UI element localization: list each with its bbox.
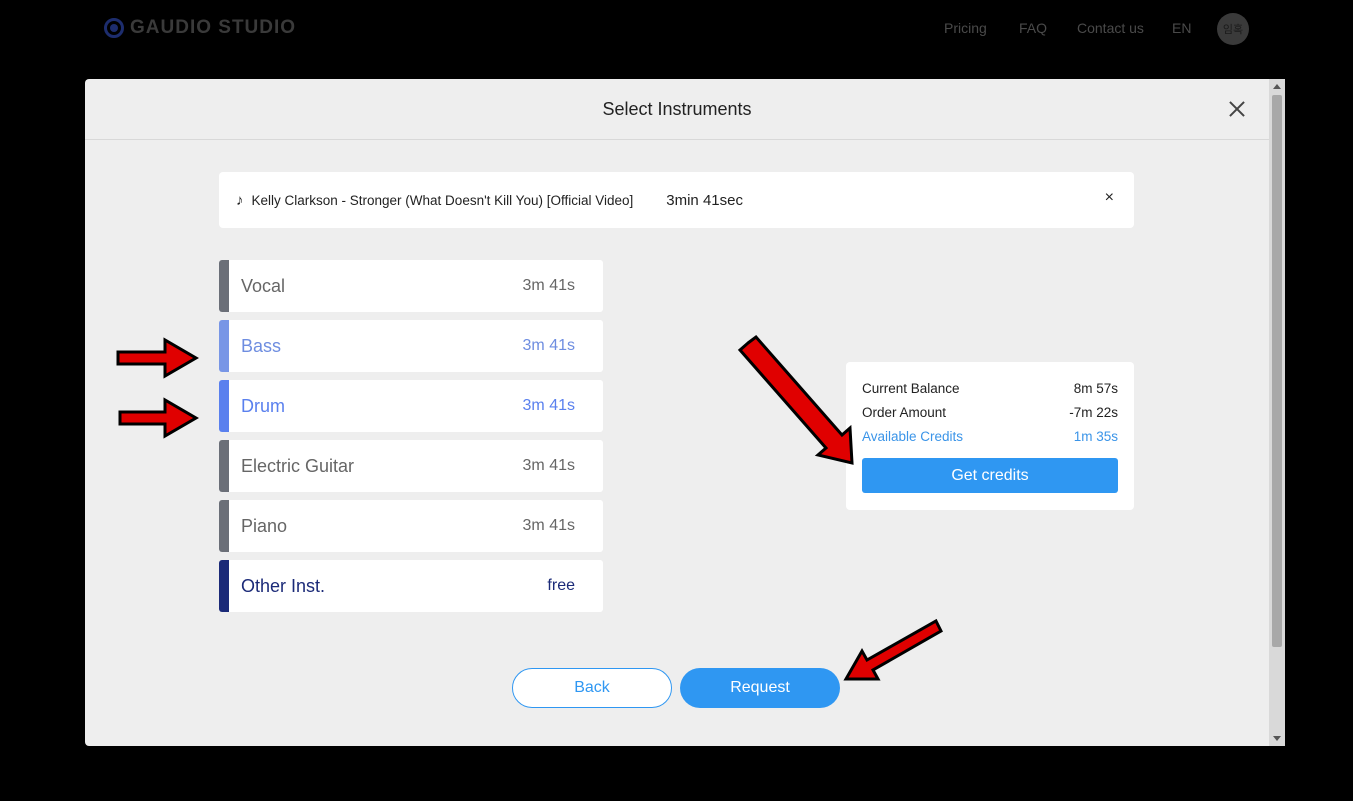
order-amount-row: Order Amount -7m 22s [862,405,1118,420]
top-nav: GAUDIO STUDIO Pricing FAQ Contact us EN … [0,0,1353,58]
close-icon[interactable] [1223,95,1251,123]
instrument-time: 3m 41s [522,397,575,414]
get-credits-button[interactable]: Get credits [862,458,1118,493]
back-button[interactable]: Back [512,668,672,708]
track-duration: 3min 41sec [666,191,743,209]
gaudio-logo[interactable]: GAUDIO STUDIO [104,17,296,39]
instrument-color-bar [219,260,229,312]
track-card: ♪ Kelly Clarkson - Stronger (What Doesn'… [219,172,1134,228]
credits-panel: Current Balance 8m 57s Order Amount -7m … [846,362,1134,510]
instrument-option-drum[interactable]: Drum 3m 41s [219,380,603,432]
instrument-label: Vocal [241,275,286,296]
instrument-label: Other Inst. [241,575,326,596]
instrument-color-bar [219,320,229,372]
available-credits-row: Available Credits 1m 35s [862,429,1118,444]
order-amount-label: Order Amount [862,405,947,420]
instrument-option-bass[interactable]: Bass 3m 41s [219,320,603,372]
modal-header: Select Instruments [85,79,1269,140]
instrument-label: Bass [241,335,282,356]
music-note-icon: ♪ [236,191,244,209]
modal-title: Select Instruments [602,98,752,119]
logo-icon [104,18,124,38]
instrument-label: Drum [241,395,285,416]
order-amount-value: -7m 22s [1069,405,1118,420]
instrument-color-bar [219,440,229,492]
nav-link-pricing[interactable]: Pricing [944,20,987,36]
scroll-down-icon[interactable] [1273,736,1281,741]
track-name: Kelly Clarkson - Stronger (What Doesn't … [251,192,634,208]
available-credits-label: Available Credits [862,429,964,444]
current-balance-label: Current Balance [862,381,960,396]
avatar[interactable]: 임혹 [1217,13,1249,45]
instrument-color-bar [219,500,229,552]
instrument-option-other[interactable]: Other Inst. free [219,560,603,612]
instrument-color-bar [219,560,229,612]
instrument-time: 3m 41s [522,457,575,474]
select-instruments-modal: Select Instruments ♪ Kelly Clarkson - St… [85,79,1269,746]
language-selector[interactable]: EN [1172,20,1191,36]
instrument-time: free [547,577,575,594]
instrument-time: 3m 41s [522,277,575,294]
modal-scrollbar[interactable] [1269,79,1285,746]
scroll-up-icon[interactable] [1273,84,1281,89]
instrument-option-vocal[interactable]: Vocal 3m 41s [219,260,603,312]
remove-track-icon[interactable]: × [1105,189,1114,207]
instrument-label: Piano [241,515,288,536]
request-button[interactable]: Request [680,668,840,708]
scroll-thumb[interactable] [1272,95,1282,647]
instrument-time: 3m 41s [522,517,575,534]
nav-link-faq[interactable]: FAQ [1019,20,1047,36]
instrument-option-electric-guitar[interactable]: Electric Guitar 3m 41s [219,440,603,492]
instrument-label: Electric Guitar [241,455,355,476]
instrument-time: 3m 41s [522,337,575,354]
nav-link-contact[interactable]: Contact us [1077,20,1144,36]
current-balance-row: Current Balance 8m 57s [862,381,1118,396]
instrument-option-piano[interactable]: Piano 3m 41s [219,500,603,552]
instrument-color-bar [219,380,229,432]
available-credits-value: 1m 35s [1073,429,1118,444]
logo-text: GAUDIO STUDIO [130,17,297,38]
current-balance-value: 8m 57s [1073,381,1118,396]
